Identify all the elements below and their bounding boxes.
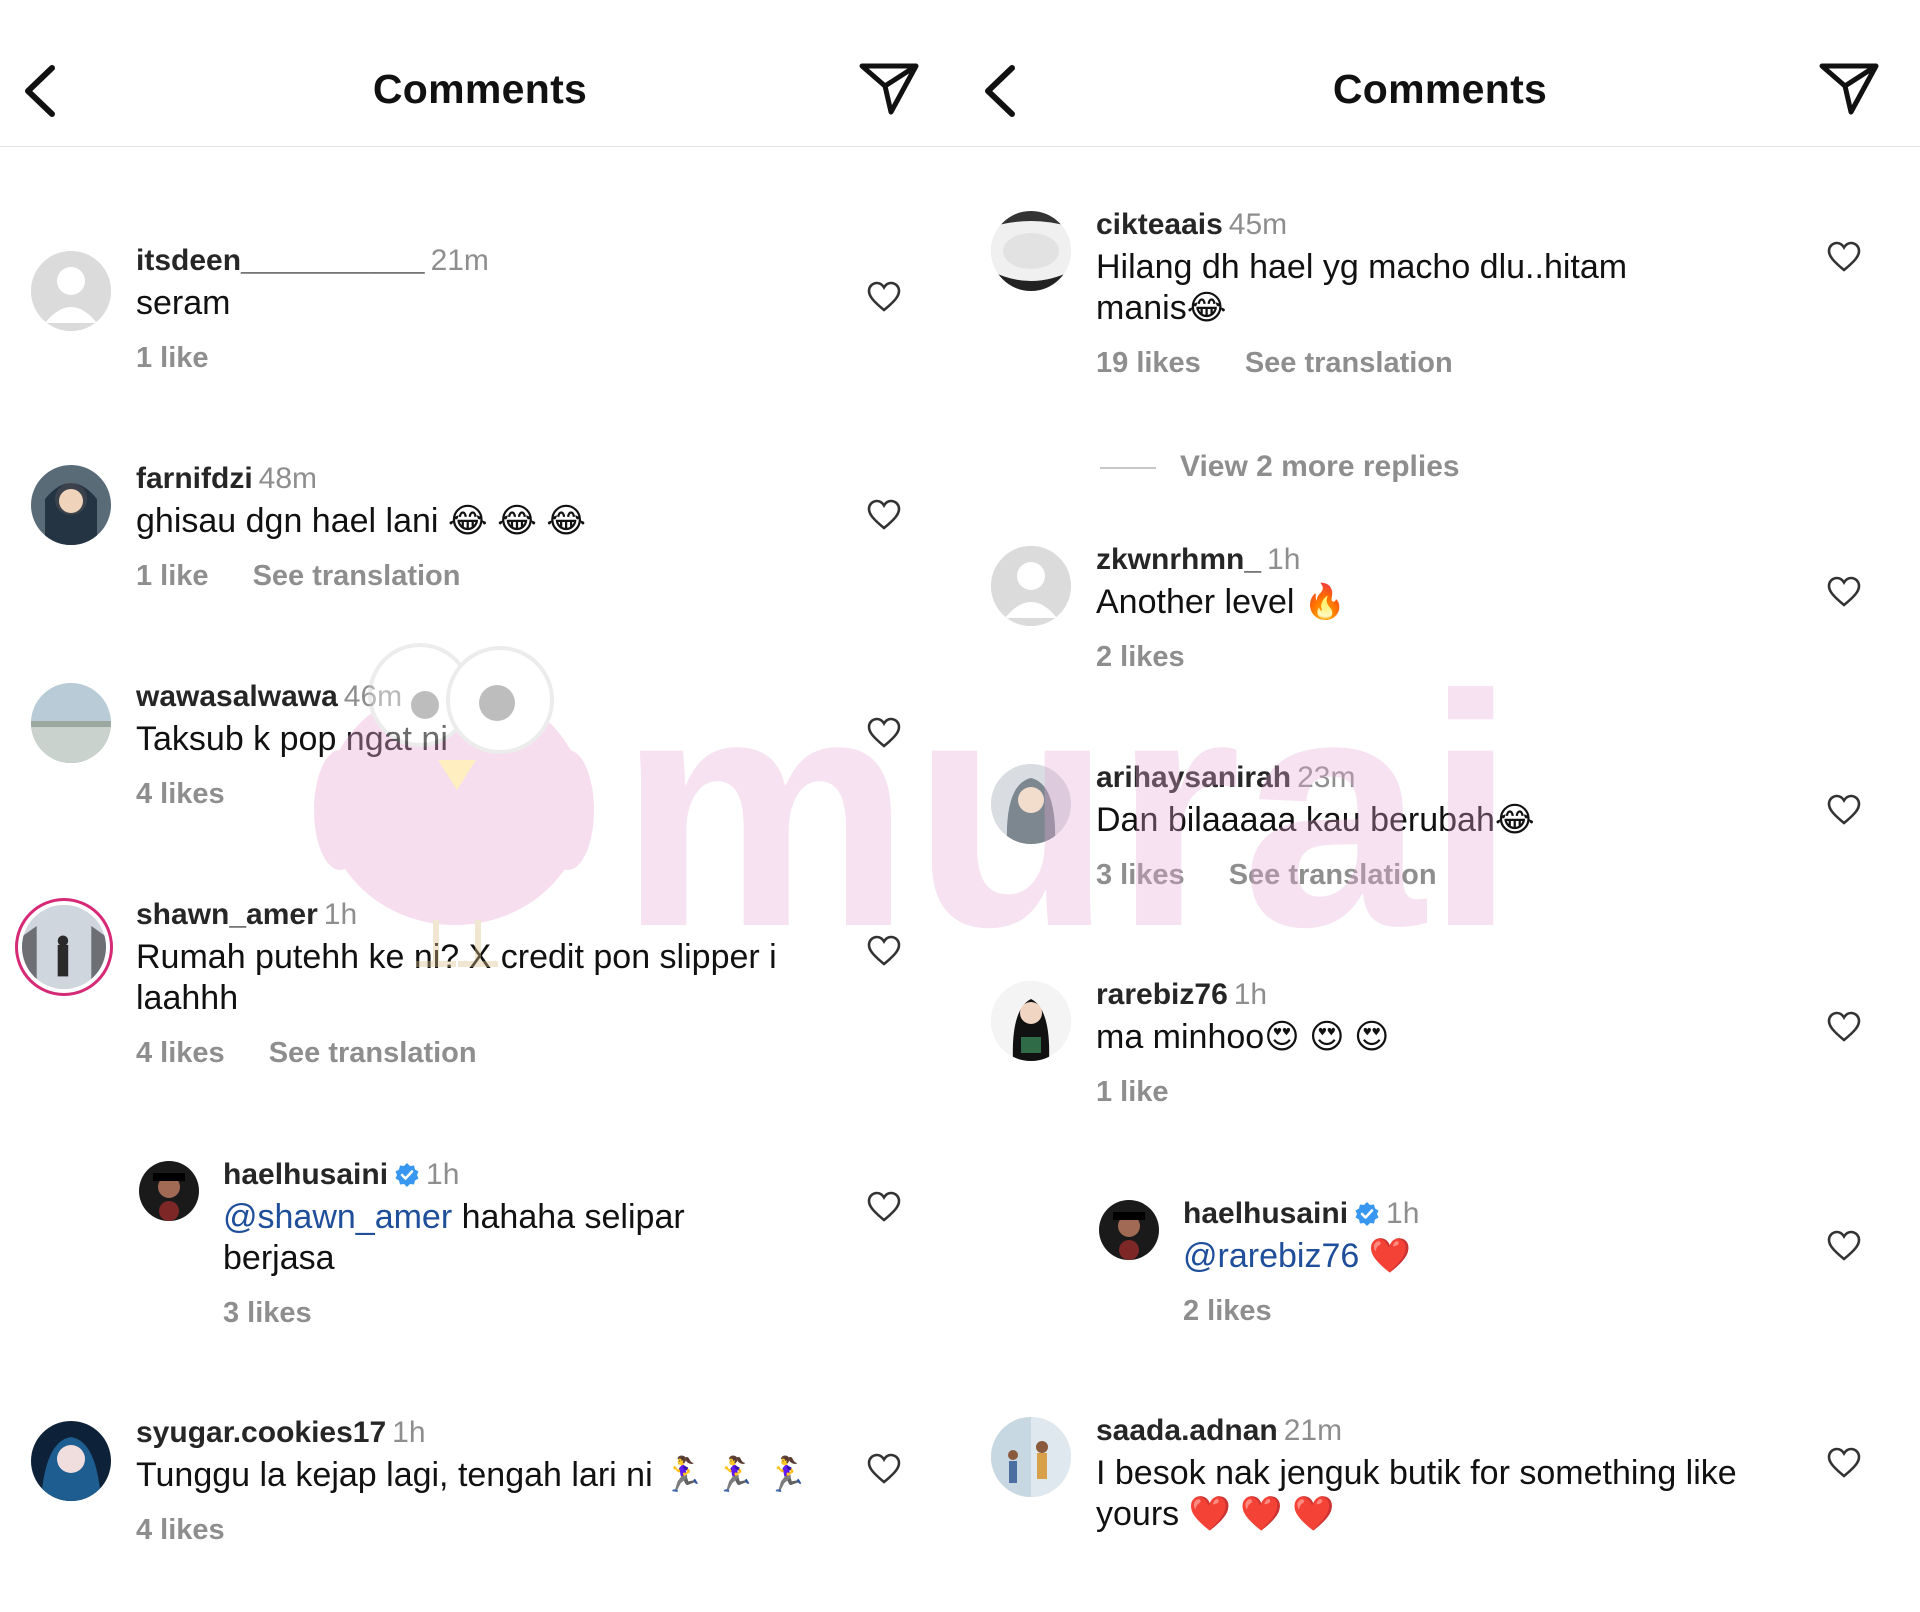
like-count[interactable]: 1 like [136, 342, 209, 374]
share-button[interactable] [858, 60, 920, 116]
avatar-story-ring[interactable] [22, 905, 106, 989]
comment-username[interactable]: itsdeen___________ [136, 244, 425, 277]
comment-time: 1h [1267, 543, 1301, 576]
like-count[interactable]: 4 likes [136, 778, 225, 810]
red-heart-emoji: ❤️ ❤️ ❤️ [1188, 1495, 1335, 1533]
like-count[interactable]: 3 likes [1096, 859, 1185, 891]
comment-text: ma minhoo [1096, 1018, 1265, 1056]
comment-text: Another level [1096, 583, 1295, 621]
comment-time: 23m [1297, 761, 1356, 794]
view-more-replies-button[interactable]: View 2 more replies [1100, 450, 1460, 484]
paper-plane-icon [1819, 63, 1879, 115]
see-translation-link[interactable]: See translation [1229, 859, 1437, 891]
right-comments-panel: Comments cikteaais 45m Hilang dh hael yg … [960, 0, 1920, 1612]
heart-outline-icon[interactable] [1827, 794, 1861, 826]
like-count[interactable]: 1 like [1096, 1076, 1169, 1108]
comment-username[interactable]: shawn_amer [136, 898, 318, 931]
like-count[interactable]: 19 likes [1096, 347, 1201, 379]
mention-link[interactable]: @shawn_amer [223, 1198, 452, 1236]
heart-outline-icon[interactable] [1827, 1230, 1861, 1262]
page-title: Comments [372, 66, 588, 112]
comment-time: 45m [1228, 208, 1288, 241]
comment-text: Hilang dh hael yg macho dlu..hitam manis [1096, 248, 1628, 327]
avatar[interactable] [31, 465, 111, 545]
share-button[interactable] [1818, 60, 1880, 116]
comment-time: 1h [1233, 978, 1268, 1011]
comment-text: Rumah putehh ke ni? X credit pon slipper… [136, 938, 777, 1017]
heart-eyes-emoji: 😍 😍 😍 [1264, 1018, 1390, 1056]
heart-outline-icon[interactable] [1827, 241, 1861, 273]
comment-username[interactable]: zkwnrhmn_ [1096, 543, 1261, 576]
reply-divider-line [1100, 467, 1156, 470]
like-count[interactable]: 4 likes [136, 1037, 225, 1069]
comment-username[interactable]: wawasalwawa [136, 680, 338, 713]
page-title: Comments [1332, 66, 1548, 112]
heart-outline-icon[interactable] [1827, 1447, 1861, 1479]
like-count[interactable]: 4 likes [136, 1514, 225, 1546]
heart-outline-icon[interactable] [867, 1453, 901, 1485]
running-emoji: 🏃‍♀️ 🏃‍♀️ 🏃‍♀️ [662, 1456, 808, 1494]
comment-username[interactable]: cikteaais [1096, 208, 1223, 241]
heart-outline-icon[interactable] [867, 1191, 901, 1223]
see-translation-link[interactable]: See translation [1245, 347, 1453, 379]
comment-username[interactable]: rarebiz76 [1096, 978, 1228, 1011]
like-count[interactable]: 2 likes [1183, 1295, 1272, 1327]
comment-text: Taksub k pop ngat ni [136, 720, 448, 758]
heart-outline-icon[interactable] [1827, 576, 1861, 608]
avatar[interactable] [991, 1417, 1071, 1497]
like-count[interactable]: 1 like [136, 560, 209, 592]
avatar[interactable] [991, 981, 1071, 1061]
avatar[interactable] [31, 683, 111, 763]
comment-time: 1h [1386, 1197, 1420, 1230]
laughing-emoji: 😂 😂 😂 [447, 502, 586, 540]
comment-time: 1h [426, 1158, 460, 1191]
comment-username[interactable]: saada.adnan [1096, 1414, 1278, 1447]
verified-badge-icon [395, 1163, 419, 1187]
mention-link[interactable]: @rarebiz76 [1183, 1237, 1359, 1275]
see-translation-link[interactable]: See translation [253, 560, 461, 592]
comments-header: Comments [960, 0, 1920, 147]
avatar[interactable] [139, 1161, 199, 1221]
comment-text: Dan bilaaaaa kau berubah [1096, 801, 1495, 839]
see-translation-link[interactable]: See translation [269, 1037, 477, 1069]
comment-text: seram [136, 284, 231, 322]
like-count[interactable]: 3 likes [223, 1297, 312, 1329]
comment-username[interactable]: haelhusaini [1183, 1197, 1348, 1230]
avatar[interactable] [31, 1421, 111, 1501]
laughing-emoji: 😂 [1494, 801, 1535, 839]
heart-outline-icon[interactable] [867, 281, 901, 313]
red-heart-emoji: ❤️ [1368, 1237, 1412, 1275]
heart-outline-icon[interactable] [1827, 1011, 1861, 1043]
comment-time: 21m [1283, 1414, 1343, 1447]
fire-emoji: 🔥 [1303, 583, 1347, 621]
comment-username[interactable]: arihaysanirah [1096, 761, 1291, 794]
view-replies-label: View 2 more replies [1180, 450, 1460, 483]
avatar[interactable] [991, 211, 1071, 291]
laughing-emoji: 😂 [1186, 289, 1227, 327]
comment-time: 1h [392, 1416, 426, 1449]
verified-badge-icon [1355, 1202, 1379, 1226]
comment-time: 48m [258, 462, 318, 495]
comment-time: 46m [343, 680, 403, 713]
default-avatar-icon[interactable] [991, 546, 1071, 626]
avatar[interactable] [991, 764, 1071, 844]
comment-time: 1h [323, 898, 358, 931]
comment-username[interactable]: haelhusaini [223, 1158, 388, 1191]
avatar[interactable] [1099, 1200, 1159, 1260]
comments-header: Comments [0, 0, 960, 147]
comment-username[interactable]: syugar.cookies17 [136, 1416, 386, 1449]
heart-outline-icon[interactable] [867, 499, 901, 531]
comment-text: ghisau dgn hael lani [136, 502, 439, 540]
comment-text: Tunggu la kejap lagi, tengah lari ni [136, 1456, 653, 1494]
comment-time: 21m [430, 244, 489, 277]
comment-username[interactable]: farnifdzi [136, 462, 253, 495]
default-avatar-icon[interactable] [31, 251, 111, 331]
like-count[interactable]: 2 likes [1096, 641, 1185, 673]
heart-outline-icon[interactable] [867, 717, 901, 749]
left-comments-panel: Comments itsdeen___________ 21m seram 1 l… [0, 0, 960, 1612]
heart-outline-icon[interactable] [867, 935, 901, 967]
paper-plane-icon [859, 63, 919, 115]
